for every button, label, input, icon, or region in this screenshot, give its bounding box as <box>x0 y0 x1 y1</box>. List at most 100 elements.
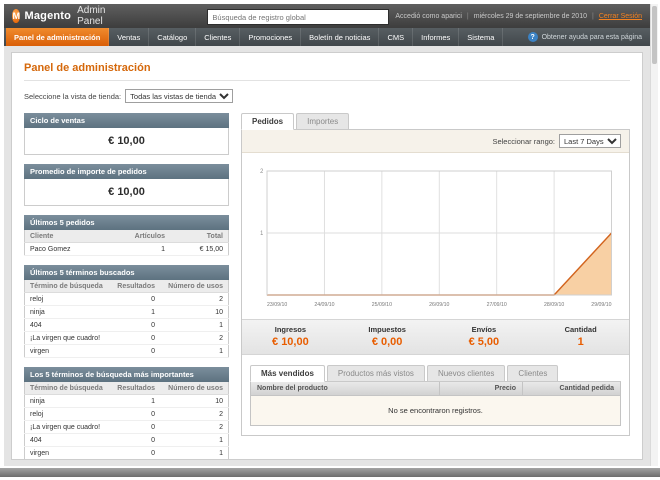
results-cell: 0 <box>108 331 160 345</box>
range-label: Seleccionar rango: <box>492 136 555 146</box>
nav-item[interactable]: Ventas <box>109 28 150 46</box>
average-orders-box: Promedio de importe de pedidos € 10,00 <box>24 164 229 206</box>
total-value: € 5,00 <box>468 336 500 348</box>
total-stat: Ingresos € 10,00 <box>242 320 339 354</box>
table-row[interactable]: 404 0 1 <box>24 318 229 332</box>
grid-tab[interactable]: Nuevos clientes <box>426 365 506 382</box>
window-bottom-bar <box>0 468 660 477</box>
logged-in-as: Accedió como aparici <box>395 12 462 20</box>
top-search-terms-table: Término de búsqueda Resultados Número de… <box>24 382 229 459</box>
help-icon: ? <box>527 32 538 42</box>
term-cell: ninja <box>24 305 108 319</box>
results-cell: 0 <box>108 446 160 459</box>
uses-cell: 1 <box>160 344 229 358</box>
lifetime-sales-value: € 10,00 <box>24 128 229 155</box>
global-search-input[interactable] <box>207 9 390 26</box>
total-value: € 10,00 <box>272 336 309 348</box>
box-title: Últimos 5 términos buscados <box>24 265 229 280</box>
total-cell: € 15,00 <box>170 242 229 256</box>
table-row[interactable]: 404 0 1 <box>24 433 229 447</box>
box-title: Ciclo de ventas <box>24 113 229 128</box>
uses-cell: 1 <box>160 446 229 459</box>
orders-chart-svg: 1 2 23/09/10 24/09/10 25/09/10 26/09/10 27/09/… <box>260 169 613 308</box>
magento-admin-dashboard: M Magento Admin Panel Accedió como apari… <box>0 0 660 480</box>
total-stat: Cantidad 1 <box>532 320 629 354</box>
table-row[interactable]: virgen 0 1 <box>24 344 229 358</box>
nav-item[interactable]: Sistema <box>459 28 504 46</box>
grid-tab[interactable]: Productos más vistos <box>326 365 425 382</box>
grid-tab[interactable]: Más vendidos <box>250 365 325 382</box>
customer-cell: Paco Gomez <box>24 242 120 256</box>
column-header: Resultados <box>108 382 160 395</box>
svg-text:23/09/10: 23/09/10 <box>267 302 287 308</box>
uses-cell: 2 <box>160 331 229 345</box>
nav-item[interactable]: Informes <box>413 28 460 46</box>
nav-item[interactable]: Clientes <box>196 28 241 46</box>
term-cell: ninja <box>24 394 108 408</box>
column-header: Nombre del producto <box>250 382 440 396</box>
nav-item[interactable]: Catálogo <box>149 28 197 46</box>
dashboard-main: Pedidos Importes Seleccionar rango: Last … <box>241 113 630 436</box>
uses-cell: 10 <box>160 394 229 408</box>
term-cell: 404 <box>24 433 108 447</box>
svg-text:25/09/10: 25/09/10 <box>372 302 392 308</box>
nav-item[interactable]: Panel de administración <box>6 28 110 46</box>
chart-tab[interactable]: Importes <box>296 113 350 130</box>
nav-item[interactable]: CMS <box>379 28 414 46</box>
svg-text:1: 1 <box>260 231 263 237</box>
table-row[interactable]: ¡La virgen que cuadro! 0 2 <box>24 420 229 434</box>
nav-item[interactable]: Promociones <box>240 28 302 46</box>
column-header: Número de usos <box>160 382 229 395</box>
total-label: Envíos <box>471 325 497 334</box>
store-view-select[interactable]: Todas las vistas de tienda <box>125 89 234 103</box>
table-row[interactable]: ¡La virgen que cuadro! 0 2 <box>24 331 229 345</box>
term-cell: reloj <box>24 407 108 421</box>
uses-cell: 2 <box>160 407 229 421</box>
results-cell: 0 <box>108 420 160 434</box>
empty-message: No se encontraron registros. <box>250 395 621 426</box>
results-cell: 0 <box>108 344 160 358</box>
results-cell: 0 <box>108 292 160 306</box>
results-cell: 0 <box>108 318 160 332</box>
page-help[interactable]: ? Obtener ayuda para esta página <box>527 28 648 46</box>
scrollbar-thumb[interactable] <box>652 6 657 64</box>
grid-tab[interactable]: Clientes <box>507 365 559 382</box>
table-row[interactable]: reloj 0 2 <box>24 292 229 306</box>
uses-cell: 1 <box>160 318 229 332</box>
logout-link[interactable]: Cerrar Sesión <box>599 13 642 20</box>
last-orders-box: Últimos 5 pedidos Cliente Artículos Tota… <box>24 215 229 256</box>
items-cell: 1 <box>120 242 170 256</box>
grid-tabs: Más vendidos Productos más vistos Nuevos c… <box>250 365 621 382</box>
box-title: Promedio de importe de pedidos <box>24 164 229 179</box>
svg-text:24/09/10: 24/09/10 <box>314 302 334 308</box>
column-header: Artículos <box>120 230 170 243</box>
separator: | <box>591 12 594 20</box>
term-cell: 404 <box>24 318 108 332</box>
total-stat: Envíos € 5,00 <box>436 320 533 354</box>
main-nav: Panel de administración Ventas Catálogo Cli… <box>4 28 650 46</box>
products-table: Nombre del producto Precio Cantidad pedi… <box>250 382 621 426</box>
chart-tabs: Pedidos Importes <box>241 113 630 130</box>
table-row[interactable]: ninja 1 10 <box>24 305 229 319</box>
table-row[interactable]: ninja 1 10 <box>24 394 229 408</box>
term-cell: ¡La virgen que cuadro! <box>24 331 108 345</box>
range-select[interactable]: Last 7 Days <box>559 134 621 148</box>
table-row[interactable]: Paco Gomez 1 € 15,00 <box>24 242 229 256</box>
uses-cell: 10 <box>160 305 229 319</box>
content-panel: Panel de administración Seleccione la vi… <box>11 52 643 460</box>
store-view-label: Seleccione la vista de tienda: <box>24 91 122 101</box>
column-header: Precio <box>439 382 523 396</box>
total-label: Cantidad <box>564 325 597 334</box>
nav-item[interactable]: Boletín de noticias <box>301 28 380 46</box>
chart-tab[interactable]: Pedidos <box>241 113 295 130</box>
table-row[interactable]: virgen 0 1 <box>24 446 229 459</box>
column-header: Cliente <box>24 230 120 243</box>
page-title: Panel de administración <box>24 62 630 81</box>
logo-suffix: Admin Panel <box>77 5 106 27</box>
last-search-terms-box: Últimos 5 términos buscados Término de b… <box>24 265 229 358</box>
box-title: Últimos 5 pedidos <box>24 215 229 230</box>
table-row[interactable]: reloj 0 2 <box>24 407 229 421</box>
magento-logo-icon: M <box>12 9 21 23</box>
separator: | <box>466 12 469 20</box>
term-cell: virgen <box>24 344 108 358</box>
